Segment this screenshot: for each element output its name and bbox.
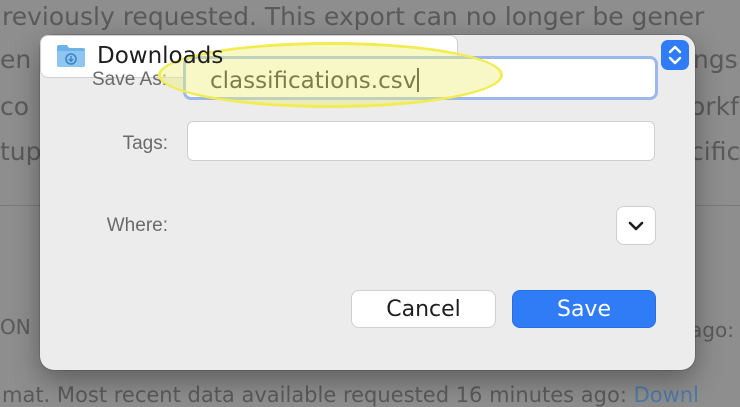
bg-text-line-1: reviously requested. This export can no …: [2, 2, 705, 31]
save-button[interactable]: Save: [512, 290, 656, 328]
bg-text-line-5-right: ago:: [690, 318, 734, 342]
bg-text-line-6: mat. Most recent data available requeste…: [2, 383, 699, 407]
cancel-button[interactable]: Cancel: [351, 290, 496, 328]
save-dialog: Save As: classifications.csv Tags: Where…: [40, 35, 695, 370]
where-value: Downloads: [97, 43, 224, 69]
bg-text-line-4-right: cific: [690, 137, 740, 166]
download-link[interactable]: Downl: [634, 383, 699, 407]
bg-text-line-3: co: [0, 92, 30, 121]
up-down-chevron-icon: [661, 40, 689, 70]
bg-text-line-3-right: orkf: [690, 92, 739, 121]
where-label: Where:: [106, 215, 168, 236]
bg-text-line-5: ON: [0, 315, 31, 339]
chevron-down-icon: [628, 221, 644, 231]
tags-label: Tags:: [122, 133, 168, 154]
save-as-label: Save As:: [92, 69, 167, 90]
tags-input[interactable]: [187, 121, 655, 161]
downloads-folder-icon: [57, 45, 85, 67]
expand-dialog-button[interactable]: [616, 206, 656, 245]
bg-text-line-4: tup: [0, 137, 42, 166]
